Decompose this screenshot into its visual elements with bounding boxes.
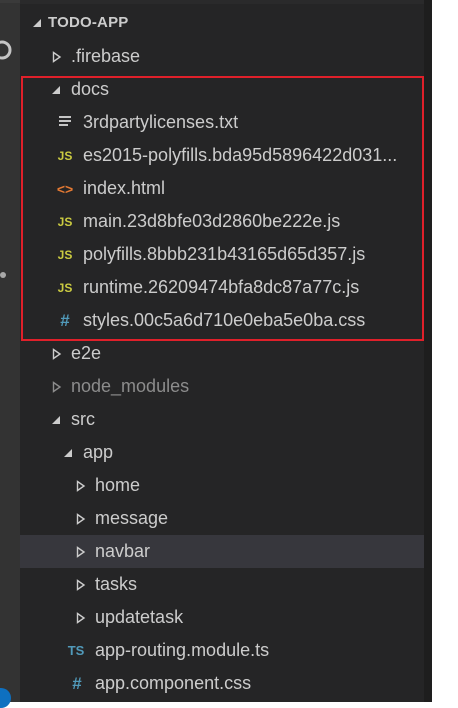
tree-file-styles-css[interactable]: # styles.00c5a6d710e0eba5e0ba.css	[20, 304, 424, 337]
chevron-right-icon	[76, 480, 86, 492]
tree-folder-navbar[interactable]: navbar	[20, 535, 424, 568]
html-file-icon: <>	[56, 181, 74, 197]
tree-item-label: main.23d8bfe03d2860be222e.js	[83, 211, 341, 231]
tree-item-label: message	[95, 508, 169, 528]
extensions-icon[interactable]	[0, 272, 6, 278]
tree-folder-firebase[interactable]: .firebase	[20, 40, 424, 73]
explorer-panel: TODO-APP .firebase docs 3rdpartylicenses…	[20, 0, 424, 702]
tree-file-es2015-polyfills[interactable]: JS es2015-polyfills.bda95d5896422d031...	[20, 139, 424, 172]
chevron-down-icon	[52, 416, 60, 424]
tree-item-label: e2e	[71, 343, 102, 363]
chevron-right-icon	[76, 513, 86, 525]
section-title: TODO-APP	[48, 14, 129, 31]
chevron-down-icon	[64, 449, 72, 457]
tree-item-label: es2015-polyfills.bda95d5896422d031...	[83, 145, 398, 165]
chevron-right-icon	[76, 546, 86, 558]
js-file-icon: JS	[57, 215, 73, 229]
editor-edge	[424, 0, 432, 702]
tree-item-label: src	[71, 409, 95, 429]
tree-folder-docs[interactable]: docs	[20, 73, 424, 106]
tree-folder-app[interactable]: app	[20, 436, 424, 469]
debug-icon[interactable]	[0, 170, 14, 194]
tree-file-app-component-css[interactable]: # app.component.css	[20, 667, 424, 700]
tree-item-label: docs	[71, 79, 110, 99]
tree-folder-node-modules[interactable]: node_modules	[20, 370, 424, 403]
source-control-icon[interactable]	[0, 38, 14, 62]
chevron-down-icon	[52, 86, 60, 94]
tree-file-app-routing-module[interactable]: TS app-routing.module.ts	[20, 634, 424, 667]
tree-item-label: app-routing.module.ts	[95, 640, 270, 660]
chevron-down-icon	[33, 19, 41, 27]
tree-item-label: app.component.css	[95, 673, 252, 693]
tree-item-label: styles.00c5a6d710e0eba5e0ba.css	[83, 310, 366, 330]
tree-file-main-js[interactable]: JS main.23d8bfe03d2860be222e.js	[20, 205, 424, 238]
explorer-top-strip	[20, 0, 424, 4]
tree-item-label: updatetask	[95, 607, 184, 627]
tree-folder-tasks[interactable]: tasks	[20, 568, 424, 601]
js-file-icon: JS	[57, 281, 73, 295]
tree-folder-e2e[interactable]: e2e	[20, 337, 424, 370]
css-file-icon: #	[60, 311, 70, 330]
js-file-icon: JS	[57, 248, 73, 262]
tree-folder-home[interactable]: home	[20, 469, 424, 502]
tree-folder-src[interactable]: src	[20, 403, 424, 436]
tree-item-label: index.html	[83, 178, 166, 198]
activity-bar	[0, 0, 20, 708]
tree-file-index-html[interactable]: <> index.html	[20, 172, 424, 205]
tree-item-label: tasks	[95, 574, 138, 594]
tree-item-label: navbar	[95, 541, 151, 561]
tree-item-label: app	[83, 442, 114, 462]
chevron-right-icon	[76, 612, 86, 624]
css-file-icon: #	[72, 674, 82, 693]
tree-item-label: .firebase	[71, 46, 141, 66]
tree-item-label: 3rdpartylicenses.txt	[83, 112, 239, 132]
chevron-right-icon	[76, 579, 86, 591]
tree-file-runtime-js[interactable]: JS runtime.26209474bfa8dc87a77c.js	[20, 271, 424, 304]
tree-item-label: runtime.26209474bfa8dc87a77c.js	[83, 277, 360, 297]
tree-item-label: node_modules	[71, 376, 190, 396]
chevron-right-icon	[52, 348, 62, 360]
chevron-right-icon	[52, 51, 62, 63]
tree-item-label: home	[95, 475, 141, 495]
tree-item-label: polyfills.8bbb231b43165d65d357.js	[83, 244, 366, 264]
tree-file-polyfills-js[interactable]: JS polyfills.8bbb231b43165d65d357.js	[20, 238, 424, 271]
accounts-badge-icon[interactable]	[0, 688, 11, 708]
js-file-icon: JS	[57, 149, 73, 163]
tree-folder-updatetask[interactable]: updatetask	[20, 601, 424, 634]
ts-file-icon: TS	[67, 643, 85, 658]
chevron-right-icon	[52, 381, 62, 393]
text-file-icon	[59, 116, 71, 126]
tree-folder-message[interactable]: message	[20, 502, 424, 535]
tree-file-3rdpartylicenses[interactable]: 3rdpartylicenses.txt	[20, 106, 424, 139]
activity-bar-edge	[0, 0, 20, 3]
explorer-section-header[interactable]: TODO-APP	[20, 6, 424, 39]
